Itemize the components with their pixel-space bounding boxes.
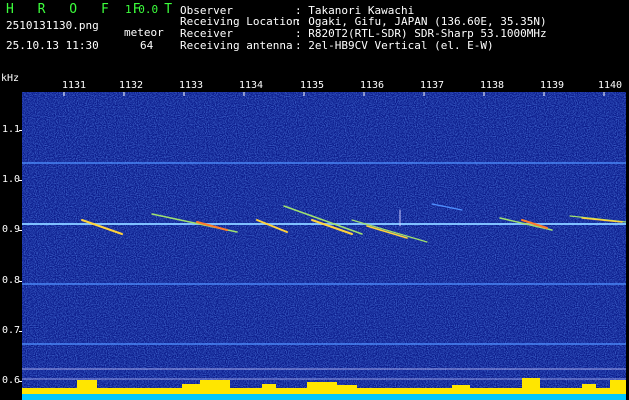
x-tick-label: 1136	[360, 80, 385, 91]
meteor-label: meteor	[124, 26, 164, 39]
info-label-antenna: Receiving antenna	[180, 39, 293, 52]
file-name: 2510131130.png	[6, 19, 99, 32]
y-tick-label: 0.8	[2, 275, 21, 286]
y-tick-label: 0.7	[2, 325, 21, 336]
x-tick-label: 1131	[62, 80, 87, 91]
file-datetime: 25.10.13 11:30	[6, 39, 99, 52]
x-tick-label: 1137	[420, 80, 445, 91]
x-tick-label: 1138	[480, 80, 505, 91]
x-tick-label: 1135	[300, 80, 325, 91]
y-tick-label: 0.9	[2, 224, 21, 235]
y-tick-label: 0.6	[2, 375, 21, 386]
spectrogram	[22, 92, 626, 400]
hrofft-window: H R O F F T 1.0.0 2510131130.png 25.10.1…	[0, 0, 629, 400]
x-tick-label: 1134	[239, 80, 264, 91]
x-tick-label: 1140	[598, 80, 623, 91]
x-tick-label: 1139	[540, 80, 565, 91]
info-value-antenna: : 2el-HB9CV Vertical (el. E-W)	[295, 39, 494, 52]
app-version: 1.0.0	[125, 3, 159, 16]
meteor-count: 64	[140, 39, 154, 52]
y-axis-unit: kHz	[1, 73, 20, 84]
x-tick-label: 1132	[119, 80, 144, 91]
y-tick-label: 1.0	[2, 174, 21, 185]
x-tick-label: 1133	[179, 80, 204, 91]
spectrogram-noise	[22, 92, 626, 400]
y-tick-label: 1.1	[2, 124, 21, 135]
